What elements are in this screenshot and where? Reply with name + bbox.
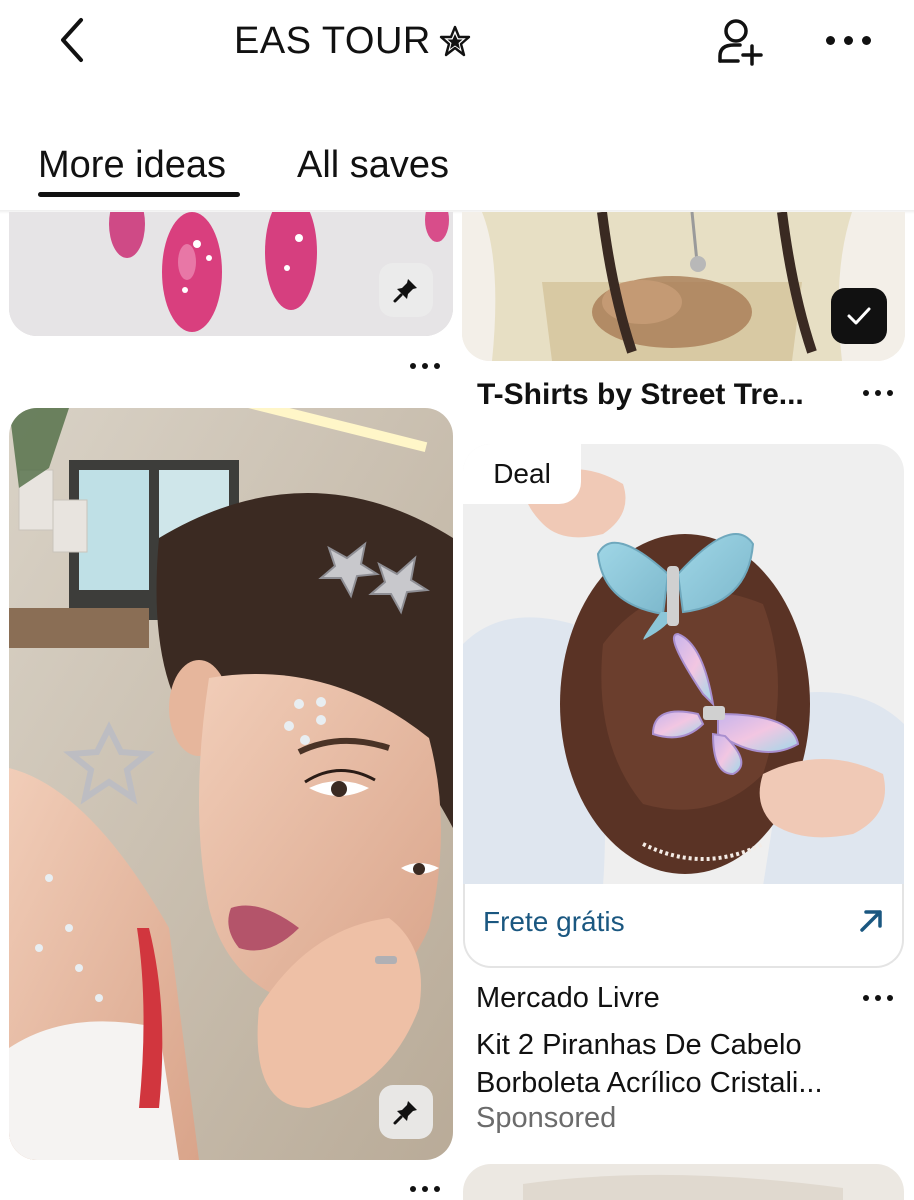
ad-link-text: Frete grátis [483, 906, 625, 937]
pin-image-next[interactable] [463, 1164, 904, 1200]
more-options-button[interactable] [820, 24, 876, 56]
ad-merchant-name[interactable]: Mercado Livre [476, 982, 660, 1015]
ad-description[interactable]: Kit 2 Piranhas De Cabelo Borboleta Acríl… [476, 1026, 866, 1102]
tab-all-saves[interactable]: All saves [297, 140, 449, 190]
saved-indicator[interactable] [831, 288, 887, 344]
pin-icon [393, 1101, 417, 1125]
pin-image-ad[interactable]: Deal [463, 444, 904, 886]
board-tabs: More ideas All saves [0, 130, 914, 210]
pin-icon [393, 279, 417, 303]
person-add-icon [718, 19, 763, 66]
active-tab-indicator [38, 192, 240, 197]
pin-title-tshirt[interactable]: T-Shirts by Street Tre... [477, 378, 804, 412]
star-outline-icon [439, 25, 471, 57]
pin-options-button[interactable] [405, 1180, 445, 1198]
arrow-up-right-icon [860, 910, 882, 932]
more-horizontal-icon [410, 363, 416, 369]
save-pin-button[interactable] [379, 263, 433, 317]
tab-more-ideas[interactable]: More ideas [38, 140, 226, 190]
back-button[interactable] [46, 12, 98, 68]
pin-options-button[interactable] [858, 384, 898, 402]
board-title-text: EAS TOUR [234, 19, 431, 62]
ad-link-bar[interactable]: Frete grátis [463, 884, 904, 968]
pin-image-nails[interactable] [9, 212, 453, 336]
add-collaborator-button[interactable] [712, 14, 766, 68]
pin-image-tshirt[interactable] [462, 212, 905, 361]
more-horizontal-icon [863, 390, 869, 396]
board-header: EAS TOUR [0, 0, 914, 90]
save-pin-button[interactable] [379, 1085, 433, 1139]
pin-image-portrait[interactable] [9, 408, 453, 1160]
pin-options-button[interactable] [405, 357, 445, 375]
ad-description-line-2: Borboleta Acrílico Cristali... [476, 1067, 823, 1099]
ad-description-line-1: Kit 2 Piranhas De Cabelo [476, 1029, 802, 1061]
more-horizontal-icon [410, 1186, 416, 1192]
more-horizontal-icon [863, 995, 869, 1001]
sponsored-label: Sponsored [476, 1102, 617, 1134]
board-title: EAS TOUR [234, 16, 471, 66]
check-icon [847, 307, 871, 325]
deal-label: Deal [463, 444, 581, 504]
pin-feed[interactable]: T-Shirts by Street Tre... Deal Frete grá… [0, 212, 914, 1200]
more-horizontal-icon [825, 35, 835, 45]
pin-options-button[interactable] [858, 989, 898, 1007]
chevron-left-icon [61, 18, 83, 62]
